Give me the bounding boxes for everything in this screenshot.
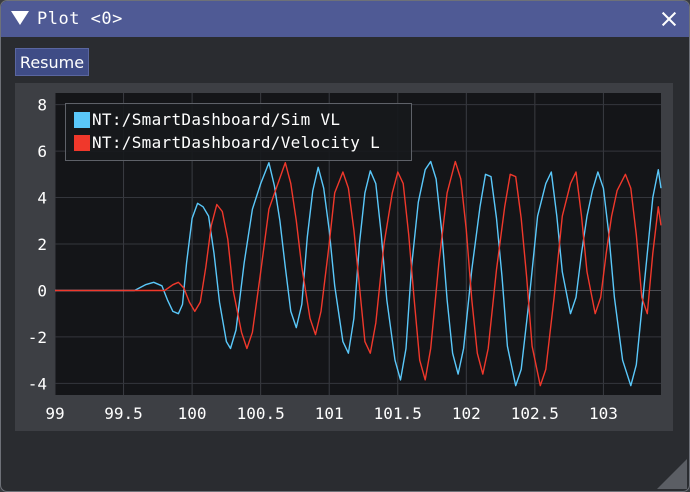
x-tick-label: 101 (315, 404, 344, 423)
resize-grip-icon[interactable] (657, 459, 687, 489)
x-tick-label: 100 (178, 404, 207, 423)
triangle-down-icon[interactable] (11, 11, 29, 25)
plot-window: Plot <0> Resume 99 99.5 100 100.5 101 101.5 10… (0, 0, 690, 492)
x-axis: 99 99.5 100 100.5 101 101.5 102 102.5 103 (45, 404, 618, 423)
title-bar[interactable]: Plot <0> (1, 1, 689, 37)
x-tick-label: 101.5 (374, 404, 422, 423)
legend-swatch-sim-vl (74, 112, 90, 128)
window-title: Plot <0> (37, 9, 123, 29)
x-tick-label: 103 (589, 404, 618, 423)
plot-area[interactable]: 99 99.5 100 100.5 101 101.5 102 102.5 103 8 6 4 2 0 -… (15, 83, 673, 431)
x-tick-label: 102.5 (511, 404, 559, 423)
y-tick-label: 4 (37, 189, 47, 208)
x-tick-label: 99.5 (104, 404, 143, 423)
y-tick-label: 8 (37, 96, 47, 115)
y-axis: 8 6 4 2 0 -2 -4 (28, 96, 47, 394)
y-tick-label: 2 (37, 235, 47, 254)
y-tick-label: -2 (28, 328, 47, 347)
y-tick-label: 6 (37, 142, 47, 161)
close-icon[interactable] (657, 7, 681, 31)
legend: NT:/SmartDashboard/Sim VL NT:/SmartDashb… (65, 103, 412, 161)
x-tick-label: 99 (45, 404, 64, 423)
resume-button[interactable]: Resume (15, 48, 89, 76)
x-tick-label: 100.5 (237, 404, 285, 423)
x-tick-label: 102 (452, 404, 481, 423)
legend-label-velocity-l: NT:/SmartDashboard/Velocity L (92, 133, 381, 152)
y-tick-label: -4 (28, 374, 47, 393)
legend-label-sim-vl: NT:/SmartDashboard/Sim VL (92, 110, 341, 129)
legend-swatch-velocity-l (74, 135, 90, 151)
y-tick-label: 0 (37, 281, 47, 300)
